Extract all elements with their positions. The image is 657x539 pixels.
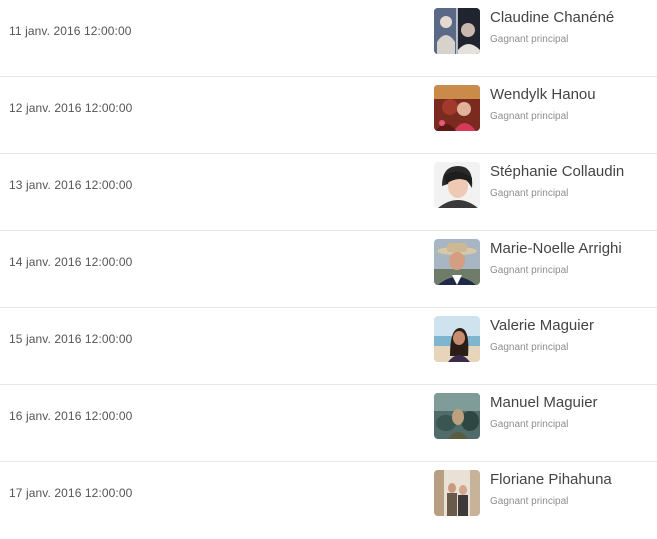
winner-avatar[interactable] <box>434 470 480 516</box>
winner-date: 16 janv. 2016 12:00:00 <box>9 409 133 423</box>
winner-name[interactable]: Marie-Noelle Arrighi <box>490 240 622 257</box>
winner-avatar[interactable] <box>434 8 480 54</box>
winner-role: Gagnant principal <box>490 34 569 45</box>
winner-row: 14 janv. 2016 12:00:00 Marie-Noelle Arri… <box>0 231 657 308</box>
winner-list: 11 janv. 2016 12:00:00 Claudine Chanéné … <box>0 0 657 539</box>
winner-name[interactable]: Claudine Chanéné <box>490 9 614 26</box>
winner-date: 14 janv. 2016 12:00:00 <box>9 255 133 269</box>
winner-avatar[interactable] <box>434 162 480 208</box>
winner-row: 11 janv. 2016 12:00:00 Claudine Chanéné … <box>0 0 657 77</box>
winner-role: Gagnant principal <box>490 342 569 353</box>
winner-name[interactable]: Floriane Pihahuna <box>490 471 612 488</box>
winner-role: Gagnant principal <box>490 265 569 276</box>
winner-role: Gagnant principal <box>490 111 569 122</box>
winner-row: 12 janv. 2016 12:00:00 Wendylk Hanou Gag… <box>0 77 657 154</box>
winner-row: 16 janv. 2016 12:00:00 Manuel Maguier Ga… <box>0 385 657 462</box>
winner-row: 17 janv. 2016 12:00:00 Floriane Pihahuna… <box>0 462 657 539</box>
winner-role: Gagnant principal <box>490 419 569 430</box>
winner-date: 11 janv. 2016 12:00:00 <box>9 24 132 38</box>
winner-name[interactable]: Manuel Maguier <box>490 394 598 411</box>
winner-date: 15 janv. 2016 12:00:00 <box>9 332 133 346</box>
winner-avatar[interactable] <box>434 393 480 439</box>
winner-role: Gagnant principal <box>490 188 569 199</box>
winner-row: 15 janv. 2016 12:00:00 Valerie Maguier G… <box>0 308 657 385</box>
winner-date: 12 janv. 2016 12:00:00 <box>9 101 133 115</box>
winner-row: 13 janv. 2016 12:00:00 Stéphanie Collaud… <box>0 154 657 231</box>
winner-name[interactable]: Valerie Maguier <box>490 317 594 334</box>
winner-role: Gagnant principal <box>490 496 569 507</box>
winner-date: 13 janv. 2016 12:00:00 <box>9 178 133 192</box>
winner-name[interactable]: Wendylk Hanou <box>490 86 596 103</box>
winner-avatar[interactable] <box>434 316 480 362</box>
winner-avatar[interactable] <box>434 239 480 285</box>
winner-avatar[interactable] <box>434 85 480 131</box>
winner-name[interactable]: Stéphanie Collaudin <box>490 163 624 180</box>
